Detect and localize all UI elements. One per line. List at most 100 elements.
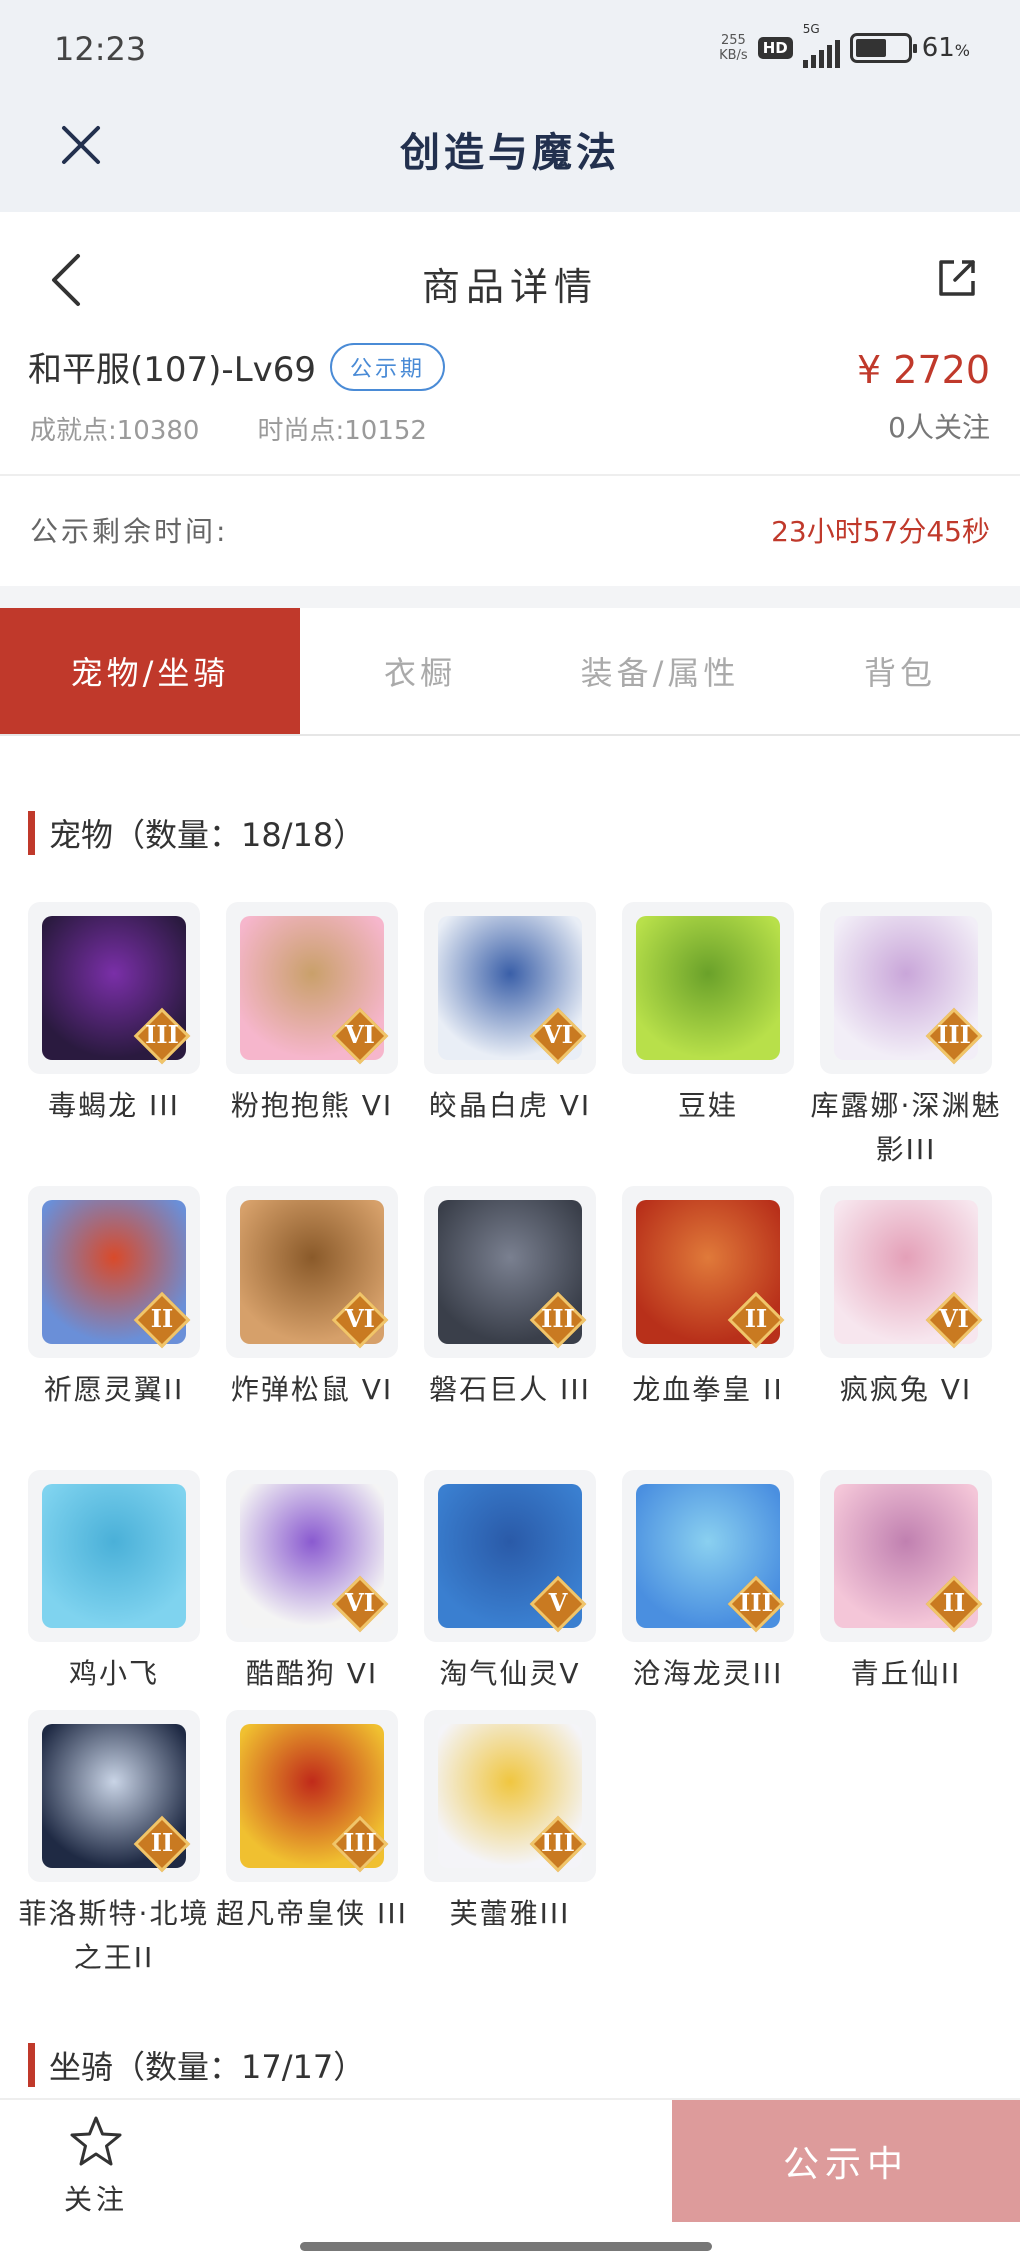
- tier-badge: II: [727, 1291, 785, 1349]
- pet-thumbnail: II: [622, 1186, 794, 1358]
- pet-card[interactable]: III 毒蝎龙 III: [28, 902, 200, 1128]
- mounts-section-header: 坐骑（数量：17/17）: [28, 2042, 365, 2088]
- status-badge: 公示期: [330, 342, 446, 391]
- pet-card[interactable]: III 沧海龙灵III: [622, 1470, 794, 1696]
- countdown-label: 公示剩余时间:: [30, 515, 229, 548]
- tier-badge: II: [133, 1291, 191, 1349]
- tier-badge: VI: [925, 1291, 983, 1349]
- pet-card[interactable]: V 淘气仙灵V: [424, 1470, 596, 1696]
- pet-card[interactable]: VI 酷酷狗 VI: [226, 1470, 398, 1696]
- tab-backpack[interactable]: 背包: [780, 608, 1020, 734]
- pet-thumbnail: VI: [226, 1186, 398, 1358]
- pet-thumbnail: III: [622, 1470, 794, 1642]
- nav-bar: 商品详情: [0, 212, 1020, 342]
- countdown-value: 23小时57分45秒: [771, 515, 990, 548]
- pet-name: 鸡小飞: [68, 1657, 159, 1690]
- pet-name: 祈愿灵翼II: [43, 1373, 185, 1406]
- tier-badge: III: [727, 1575, 785, 1633]
- network-speed: 255 KB/s: [719, 33, 748, 63]
- pet-thumbnail: V: [424, 1470, 596, 1642]
- pet-thumbnail: II: [28, 1186, 200, 1358]
- pet-thumbnail: VI: [820, 1186, 992, 1358]
- pet-card[interactable]: II 青丘仙II: [820, 1470, 992, 1696]
- status-icons: 255 KB/s HD 5G 61%: [719, 22, 970, 68]
- section-gap: [0, 586, 1020, 608]
- pet-portrait: [42, 1484, 186, 1628]
- tier-badge: VI: [331, 1007, 389, 1065]
- status-time: 12:23: [54, 30, 147, 68]
- pet-thumbnail: [622, 902, 794, 1074]
- tier-badge: III: [925, 1007, 983, 1065]
- pet-card[interactable]: VI 炸弹松鼠 VI: [226, 1186, 398, 1412]
- pet-thumbnail: III: [820, 902, 992, 1074]
- countdown-row: 公示剩余时间: 23小时57分45秒: [0, 476, 1020, 586]
- pet-card[interactable]: II 龙血拳皇 II: [622, 1186, 794, 1412]
- product-name: 和平服(107)-Lv69 公示期: [28, 342, 446, 391]
- pet-thumbnail: III: [424, 1710, 596, 1882]
- pets-section-header: 宠物（数量：18/18）: [28, 810, 365, 856]
- tab-equipment[interactable]: 装备/属性: [540, 608, 780, 734]
- tier-badge: VI: [331, 1575, 389, 1633]
- star-icon[interactable]: [68, 2114, 124, 2170]
- battery-icon: [849, 33, 917, 63]
- pet-name: 豆娃: [677, 1089, 738, 1122]
- pet-card[interactable]: III 库露娜·深渊魅影III: [811, 902, 999, 1172]
- pet-thumbnail: II: [28, 1710, 200, 1882]
- pet-name: 超凡帝皇侠 III: [216, 1897, 408, 1930]
- follow-label[interactable]: 关注: [64, 2178, 128, 2218]
- app-header: 创造与魔法: [0, 100, 1020, 212]
- pet-name: 粉抱抱熊 VI: [230, 1089, 394, 1122]
- tab-wardrobe[interactable]: 衣橱: [300, 608, 540, 734]
- signal-icon: 5G: [802, 22, 840, 68]
- pet-card[interactable]: 鸡小飞: [28, 1470, 200, 1696]
- tier-badge: VI: [529, 1007, 587, 1065]
- pet-card[interactable]: III 磐石巨人 III: [424, 1186, 596, 1412]
- pet-thumbnail: VI: [226, 1470, 398, 1642]
- pet-thumbnail: II: [820, 1470, 992, 1642]
- tier-badge: VI: [331, 1291, 389, 1349]
- pet-card[interactable]: VI 疯疯兔 VI: [820, 1186, 992, 1412]
- product-info: 和平服(107)-Lv69 公示期 成就点:10380 时尚点:10152 ¥ …: [0, 342, 1020, 472]
- share-icon[interactable]: [936, 257, 978, 299]
- app-title: 创造与魔法: [400, 130, 620, 176]
- pet-thumbnail: VI: [226, 902, 398, 1074]
- pet-card[interactable]: VI 皎晶白虎 VI: [424, 902, 596, 1128]
- pet-card[interactable]: II 祈愿灵翼II: [28, 1186, 200, 1412]
- home-indicator[interactable]: [300, 2242, 712, 2251]
- pet-name: 青丘仙II: [850, 1657, 962, 1690]
- pet-name: 菲洛斯特·北境之王II: [18, 1897, 210, 1974]
- pet-name: 毒蝎龙 III: [48, 1089, 180, 1122]
- pet-name: 淘气仙灵V: [439, 1657, 581, 1690]
- pet-card[interactable]: VI 粉抱抱熊 VI: [226, 902, 398, 1128]
- pet-card[interactable]: III 超凡帝皇侠 III: [216, 1710, 406, 1936]
- pet-name: 疯疯兔 VI: [839, 1373, 973, 1406]
- tier-badge: II: [925, 1575, 983, 1633]
- pet-name: 皎晶白虎 VI: [428, 1089, 592, 1122]
- pet-portrait: [636, 916, 780, 1060]
- pet-name: 磐石巨人 III: [429, 1373, 591, 1406]
- pet-card[interactable]: 豆娃: [622, 902, 794, 1128]
- pet-name: 酷酷狗 VI: [245, 1657, 379, 1690]
- battery-percent: 61%: [921, 33, 970, 63]
- section-accent-bar: [28, 2043, 35, 2087]
- publicity-button[interactable]: 公示中: [672, 2100, 1020, 2222]
- pet-thumbnail: III: [226, 1710, 398, 1882]
- tab-bar: 宠物/坐骑 衣橱 装备/属性 背包: [0, 608, 1020, 736]
- pet-name: 库露娜·深渊魅影III: [810, 1089, 1002, 1166]
- tier-badge: III: [529, 1291, 587, 1349]
- tier-badge: III: [331, 1815, 389, 1873]
- pet-card[interactable]: III 芙蕾雅III: [424, 1710, 596, 1936]
- tier-badge: III: [529, 1815, 587, 1873]
- tier-badge: V: [529, 1575, 587, 1633]
- tab-pets-mounts[interactable]: 宠物/坐骑: [0, 608, 300, 734]
- pet-thumbnail: III: [28, 902, 200, 1074]
- achievement-points: 成就点:10380: [30, 416, 200, 446]
- follower-count: 0人关注: [888, 411, 990, 444]
- pet-name: 龙血拳皇 II: [632, 1373, 784, 1406]
- tier-badge: II: [133, 1815, 191, 1873]
- pet-card[interactable]: II 菲洛斯特·北境之王II: [19, 1710, 207, 1980]
- pet-name: 芙蕾雅III: [449, 1897, 571, 1930]
- tier-badge: III: [133, 1007, 191, 1065]
- hd-icon: HD: [757, 37, 793, 59]
- product-stats: 成就点:10380 时尚点:10152: [30, 410, 427, 447]
